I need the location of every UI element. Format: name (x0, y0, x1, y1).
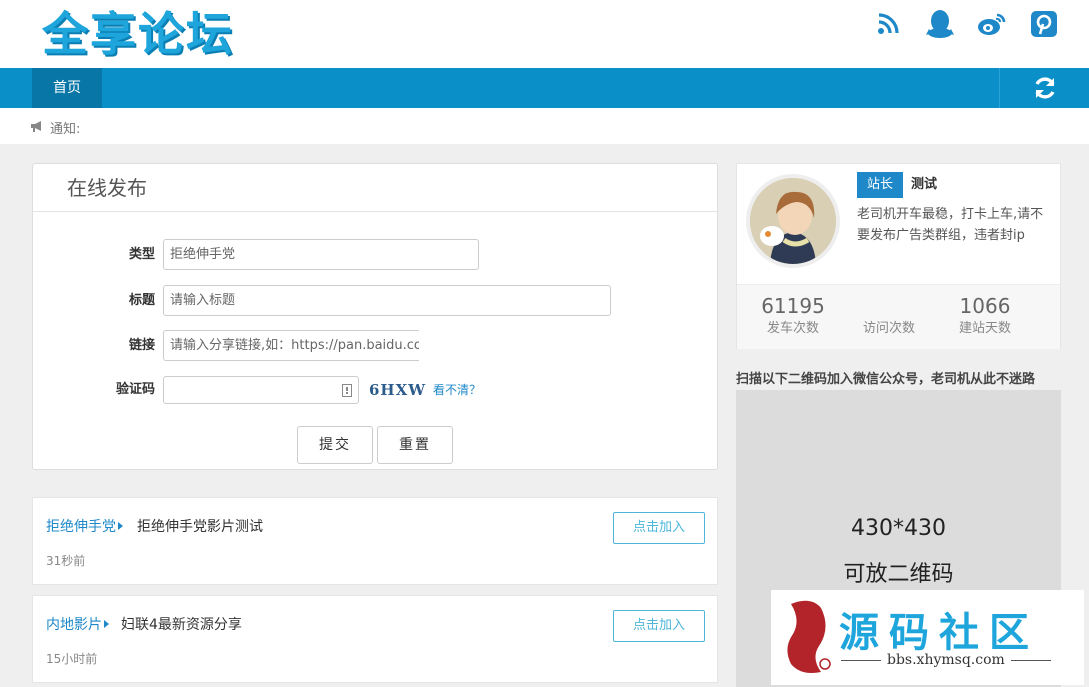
qr-caption: 扫描以下二维码加入微信公众号，老司机从此不迷路 (736, 372, 1036, 387)
megaphone-icon (31, 121, 41, 132)
main-nav: 首页 (0, 68, 1089, 108)
site-header: 全享论坛 (0, 0, 1089, 68)
stat-value: 1066 (959, 294, 1011, 318)
avatar[interactable] (746, 174, 840, 268)
post-category-link[interactable]: 内地影片 (46, 614, 109, 634)
captcha-label: 验证码 (115, 382, 155, 397)
captcha-row: 验证码 6HXW 看不清？ (33, 374, 717, 406)
post-title[interactable]: 拒绝伸手党影片测试 (137, 516, 263, 536)
list-item: 拒绝伸手党 拒绝伸手党影片测试 31秒前 点击加入 (32, 497, 718, 585)
title-label: 标题 (128, 293, 155, 308)
stat-label: 建站天数 (958, 321, 1011, 336)
stat-visits: 访问次数 (841, 293, 937, 339)
stats-bar: 61195 发车次数 访问次数 1066 建站天数 (737, 284, 1060, 349)
stat-label: 发车次数 (766, 321, 819, 336)
link-label: 链接 (128, 338, 155, 353)
title-row: 标题 请输入标题 (33, 285, 717, 317)
keyboard-icon (342, 384, 352, 397)
stat-value (841, 293, 937, 319)
type-select[interactable]: 拒绝伸手党 (163, 239, 479, 270)
post-time: 31秒前 (46, 554, 86, 568)
profile-card: 站长 测试 老司机开车最稳，打卡上车,请不要发布广告类群组，违者封ip 6119… (736, 163, 1061, 349)
user-bio: 老司机开车最稳，打卡上车,请不要发布广告类群组，违者封ip (857, 207, 1044, 243)
publish-panel: 在线发布 类型 拒绝伸手党 标题 请输入标题 链接 请输入分享链接,如：http… (32, 163, 718, 470)
join-button[interactable]: 点击加入 (613, 512, 705, 544)
list-item: 内地影片 妇联4最新资源分享 15小时前 点击加入 (32, 595, 718, 683)
reset-button[interactable]: 重置 (377, 426, 453, 464)
post-title[interactable]: 妇联4最新资源分享 (121, 614, 242, 634)
stat-posts: 61195 发车次数 (745, 293, 841, 339)
submit-button[interactable]: 提交 (297, 426, 373, 464)
panel-title: 在线发布 (33, 164, 717, 212)
rss-icon[interactable] (873, 8, 903, 40)
watermark-title: 源码社区 (839, 610, 1039, 656)
user-name[interactable]: 测试 (911, 172, 937, 198)
post-category-link[interactable]: 拒绝伸手党 (46, 516, 123, 536)
join-button[interactable]: 点击加入 (613, 610, 705, 642)
qr-size-text: 430*430 (851, 516, 946, 541)
qr-placeholder-text: 可放二维码 (843, 562, 954, 587)
caret-right-icon (118, 522, 123, 530)
title-input[interactable]: 请输入标题 (163, 285, 611, 316)
caret-right-icon (104, 620, 109, 628)
role-badge: 站长 (857, 172, 903, 198)
refresh-icon (1034, 77, 1055, 99)
captcha-input[interactable] (163, 376, 359, 404)
type-label: 类型 (128, 247, 155, 262)
post-time: 15小时前 (46, 652, 98, 666)
stat-value: 61195 (761, 294, 825, 318)
watermark-url: bbs.xhymsq.com (835, 652, 1057, 668)
notice-label: 通知: (50, 122, 81, 137)
stat-label: 访问次数 (862, 321, 915, 336)
qq-icon[interactable] (925, 8, 955, 40)
refresh-button[interactable] (999, 68, 1089, 108)
captcha-image[interactable]: 6HXW (369, 378, 429, 402)
nav-item-home[interactable]: 首页 (32, 68, 102, 108)
captcha-refresh-link[interactable]: 看不清？ (433, 374, 481, 406)
seal-logo (787, 600, 831, 673)
weibo-icon[interactable] (977, 8, 1007, 40)
type-row: 类型 拒绝伸手党 (33, 239, 717, 271)
social-links (873, 8, 1059, 40)
stat-days: 1066 建站天数 (937, 293, 1033, 339)
link-input[interactable]: 请输入分享链接,如：https://pan.baidu.com (163, 330, 419, 361)
link-row: 链接 请输入分享链接,如：https://pan.baidu.com (33, 330, 717, 362)
pinterest-icon[interactable] (1029, 8, 1059, 40)
notice-bar: 通知: (0, 108, 1089, 144)
watermark: 源码社区 bbs.xhymsq.com (771, 590, 1084, 685)
site-logo[interactable]: 全享论坛 (42, 2, 234, 61)
